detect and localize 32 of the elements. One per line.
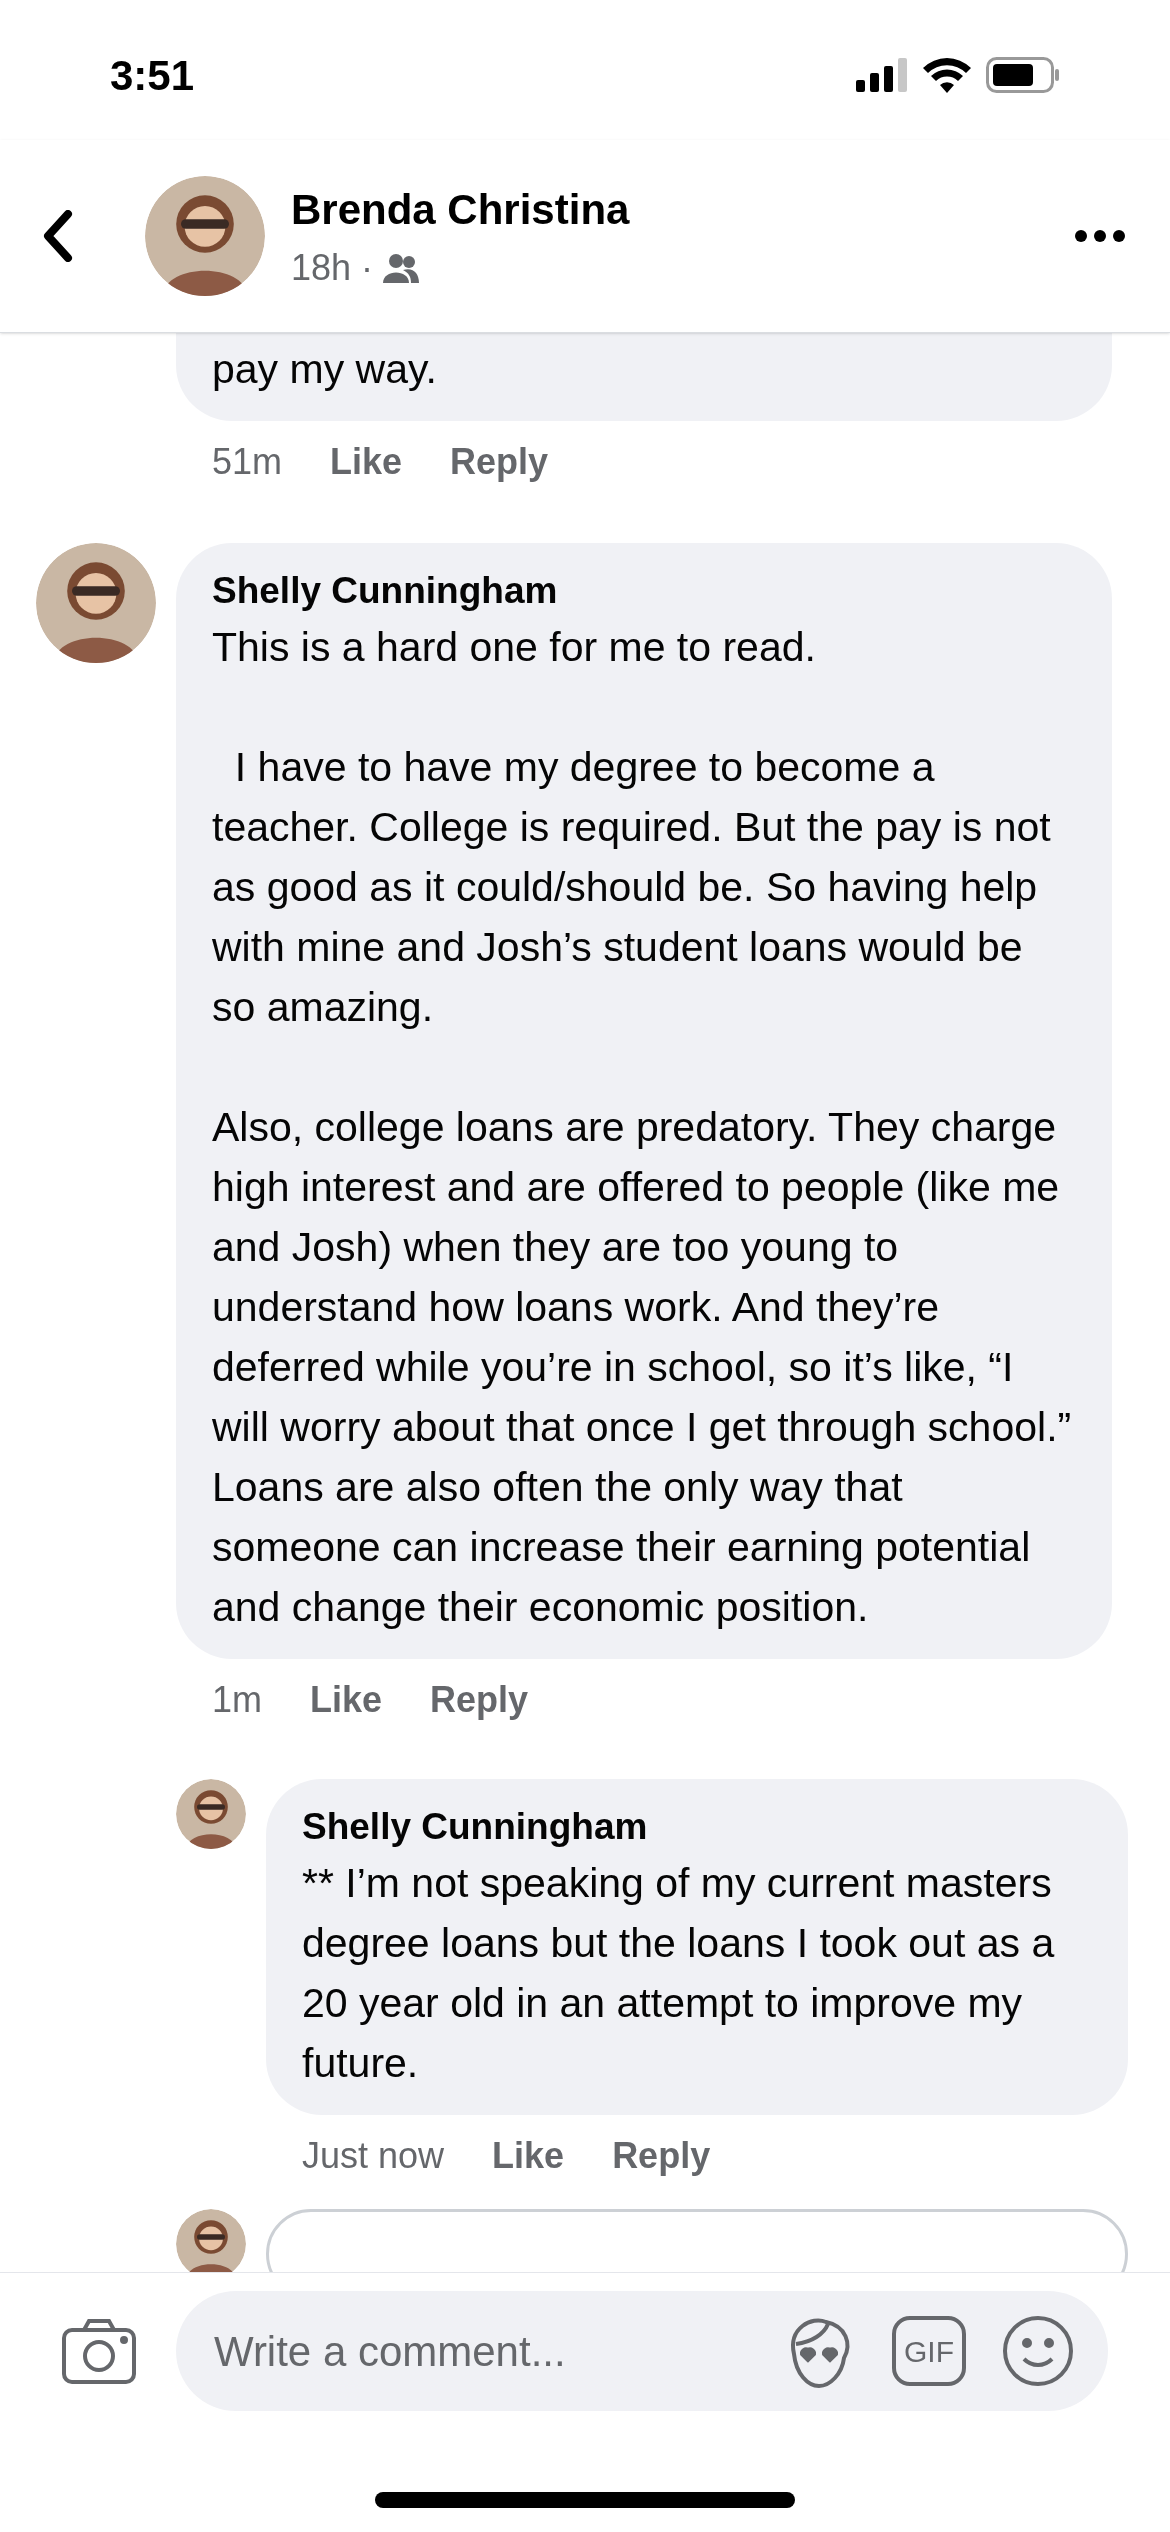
comment-text: This is a hard one for me to read.: [212, 623, 817, 672]
post-author[interactable]: Brenda Christina: [291, 177, 1070, 241]
like-link[interactable]: Like: [330, 435, 403, 489]
comment-text: ** I’m not speaking of my current masters degree loans but the loans I took out as a 20 year old in an attempt to improve my future.: [302, 1859, 1056, 2088]
comment-time: 51m: [212, 440, 283, 484]
separator-dot: ·: [361, 245, 374, 290]
gif-icon[interactable]: GIF: [892, 2316, 966, 2386]
more-icon: [1075, 230, 1125, 242]
comment-time: Just now: [302, 2134, 445, 2178]
avatar[interactable]: [36, 543, 156, 663]
post-age: 18h: [291, 245, 352, 290]
reply-link[interactable]: Reply: [612, 2129, 711, 2183]
emoji-icon[interactable]: [1002, 2315, 1074, 2387]
comment-time: 1m: [212, 1678, 262, 1722]
comment-text: pay my way.: [212, 345, 438, 394]
like-link[interactable]: Like: [492, 2129, 565, 2183]
status-time: 3:51: [110, 50, 195, 101]
comment-author[interactable]: Shelly Cunningham: [212, 565, 1076, 617]
comment-author[interactable]: Shelly Cunningham: [302, 1801, 1092, 1853]
reply-link[interactable]: Reply: [430, 1673, 529, 1727]
reply-link[interactable]: Reply: [450, 435, 549, 489]
comment-text: Also, college loans are predatory. They charge high interest and are offered to people (like me and Josh) when they are too young to understand how loans work. And they’re deferred while you’re in school, so it’s like, “I will worry about that once I get through school.” Loans are also often the only way that someone can increase their earning potential and change their economic position.: [212, 1103, 1073, 1632]
friends-icon: [383, 252, 420, 283]
avatar[interactable]: [145, 176, 265, 296]
avatar[interactable]: [176, 1779, 246, 1849]
comment-text: I have to have my degree to become a teacher. College is required. But the pay is not as good as it could/should be. So having help with mine and Josh’s student loans would be so amazing.: [212, 743, 1052, 1032]
battery-icon: [986, 57, 1060, 93]
camera-icon[interactable]: [62, 2318, 136, 2384]
signal-icon: [856, 58, 908, 92]
like-link[interactable]: Like: [310, 1673, 383, 1727]
comment-field[interactable]: Write a comment... GIF: [176, 2291, 1108, 2411]
wifi-icon: [922, 57, 972, 93]
